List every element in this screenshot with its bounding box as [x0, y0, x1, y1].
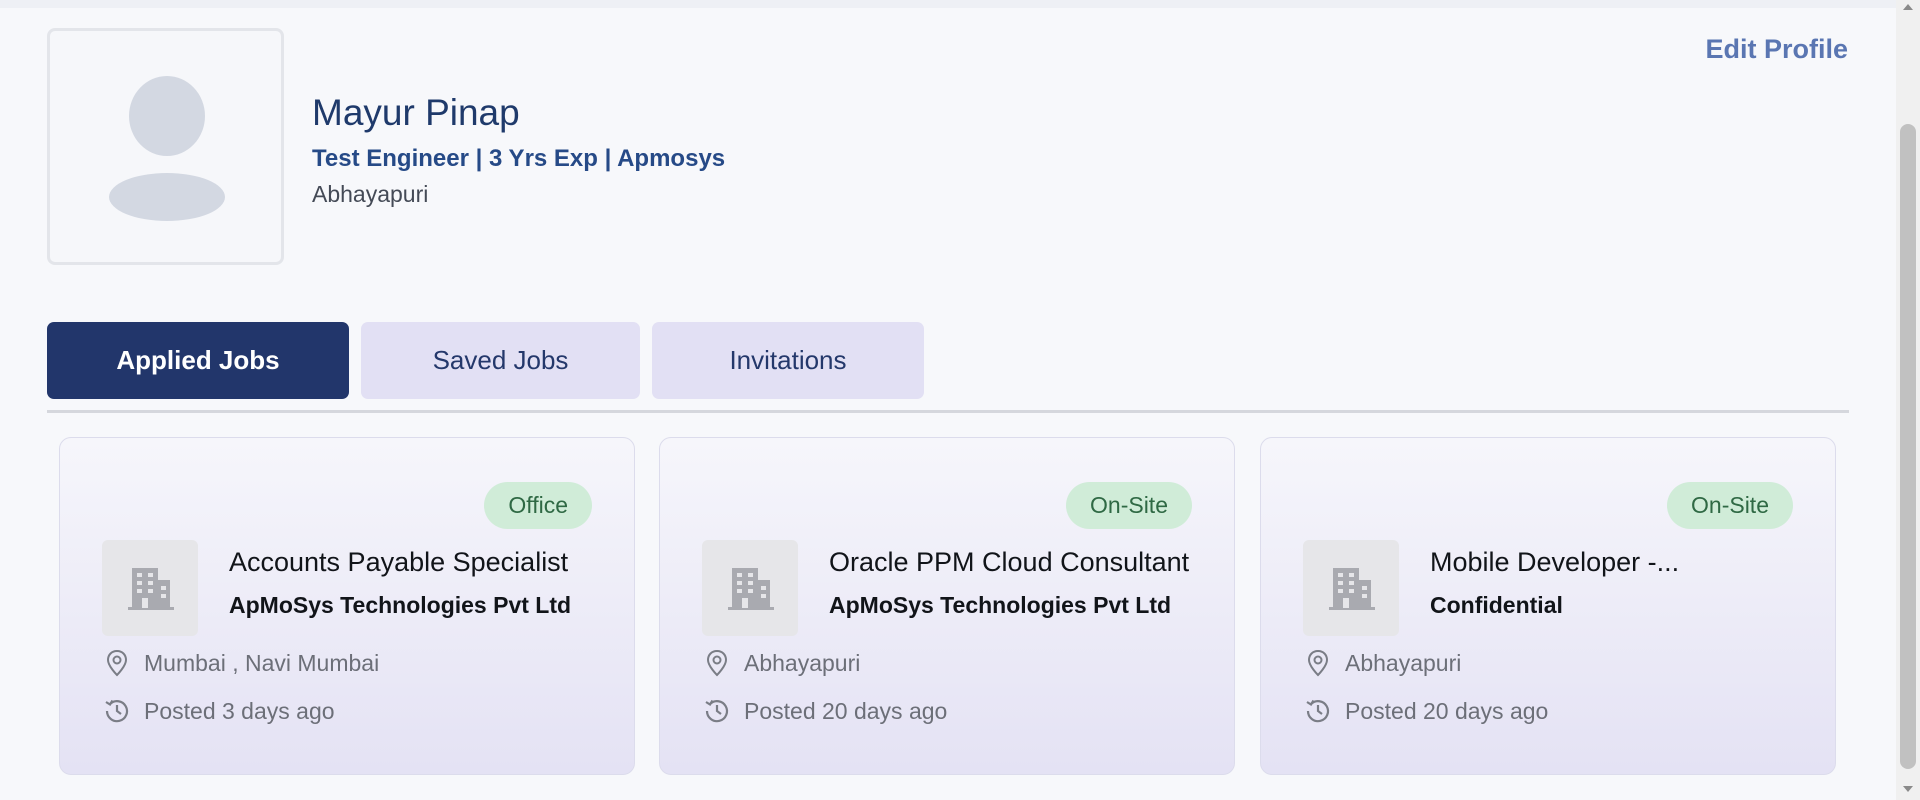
- job-title[interactable]: Mobile Developer -...: [1430, 547, 1679, 578]
- job-location-row: Abhayapuri: [702, 648, 860, 678]
- location-pin-icon: [706, 649, 728, 677]
- building-icon: [128, 568, 174, 610]
- job-posted-row: Posted 3 days ago: [102, 696, 335, 726]
- location-pin-icon: [1307, 649, 1329, 677]
- scroll-down-icon[interactable]: [1903, 786, 1913, 792]
- company-name: ApMoSys Technologies Pvt Ltd: [229, 592, 572, 618]
- avatar: [47, 28, 284, 265]
- job-posted: Posted 3 days ago: [144, 697, 335, 724]
- history-clock-icon: [705, 699, 729, 723]
- tab-saved-jobs[interactable]: Saved Jobs: [361, 322, 640, 399]
- job-card[interactable]: On-Site Mobile Developer -... Confidenti…: [1260, 437, 1836, 775]
- tab-applied-jobs[interactable]: Applied Jobs: [47, 322, 349, 399]
- scroll-up-icon[interactable]: [1903, 4, 1913, 10]
- job-posted: Posted 20 days ago: [744, 697, 948, 724]
- job-card[interactable]: On-Site Oracle PPM Cloud Consultant ApMo…: [659, 437, 1235, 775]
- profile-location: Abhayapuri: [312, 181, 429, 207]
- work-mode-badge: On-Site: [1667, 482, 1793, 529]
- company-name: ApMoSys Technologies Pvt Ltd: [829, 592, 1172, 618]
- history-clock-icon: [1306, 699, 1330, 723]
- history-clock-icon: [105, 699, 129, 723]
- company-logo: [102, 540, 198, 636]
- user-placeholder-body: [109, 173, 225, 221]
- job-location: Abhayapuri: [1345, 649, 1462, 676]
- job-location: Abhayapuri: [744, 649, 861, 676]
- tab-invitations[interactable]: Invitations: [652, 322, 924, 399]
- work-mode-badge: On-Site: [1066, 482, 1192, 529]
- building-icon: [1329, 568, 1375, 610]
- job-title[interactable]: Oracle PPM Cloud Consultant: [829, 547, 1189, 578]
- tabs-divider: [47, 410, 1849, 413]
- job-card[interactable]: Office Accounts Payable Specialist ApMoS…: [59, 437, 635, 775]
- work-mode-badge: Office: [484, 482, 592, 529]
- company-name: Confidential: [1430, 592, 1563, 618]
- profile-subtitle: Test Engineer | 3 Yrs Exp | Apmosys: [312, 145, 726, 172]
- job-location-row: Mumbai , Navi Mumbai: [102, 648, 379, 678]
- building-icon: [728, 568, 774, 610]
- job-location: Mumbai , Navi Mumbai: [144, 649, 380, 676]
- top-divider: [0, 0, 1896, 8]
- company-logo: [702, 540, 798, 636]
- job-title[interactable]: Accounts Payable Specialist: [229, 547, 568, 578]
- profile-page: Mayur Pinap Test Engineer | 3 Yrs Exp | …: [0, 0, 1896, 800]
- user-placeholder-icon: [129, 76, 205, 156]
- job-posted: Posted 20 days ago: [1345, 697, 1549, 724]
- job-posted-row: Posted 20 days ago: [702, 696, 947, 726]
- edit-profile-link[interactable]: Edit Profile: [1705, 34, 1848, 65]
- profile-name: Mayur Pinap: [312, 92, 520, 133]
- scrollbar-thumb[interactable]: [1900, 124, 1916, 769]
- company-logo: [1303, 540, 1399, 636]
- job-posted-row: Posted 20 days ago: [1303, 696, 1548, 726]
- vertical-scrollbar[interactable]: [1896, 0, 1920, 800]
- job-location-row: Abhayapuri: [1303, 648, 1461, 678]
- location-pin-icon: [106, 649, 128, 677]
